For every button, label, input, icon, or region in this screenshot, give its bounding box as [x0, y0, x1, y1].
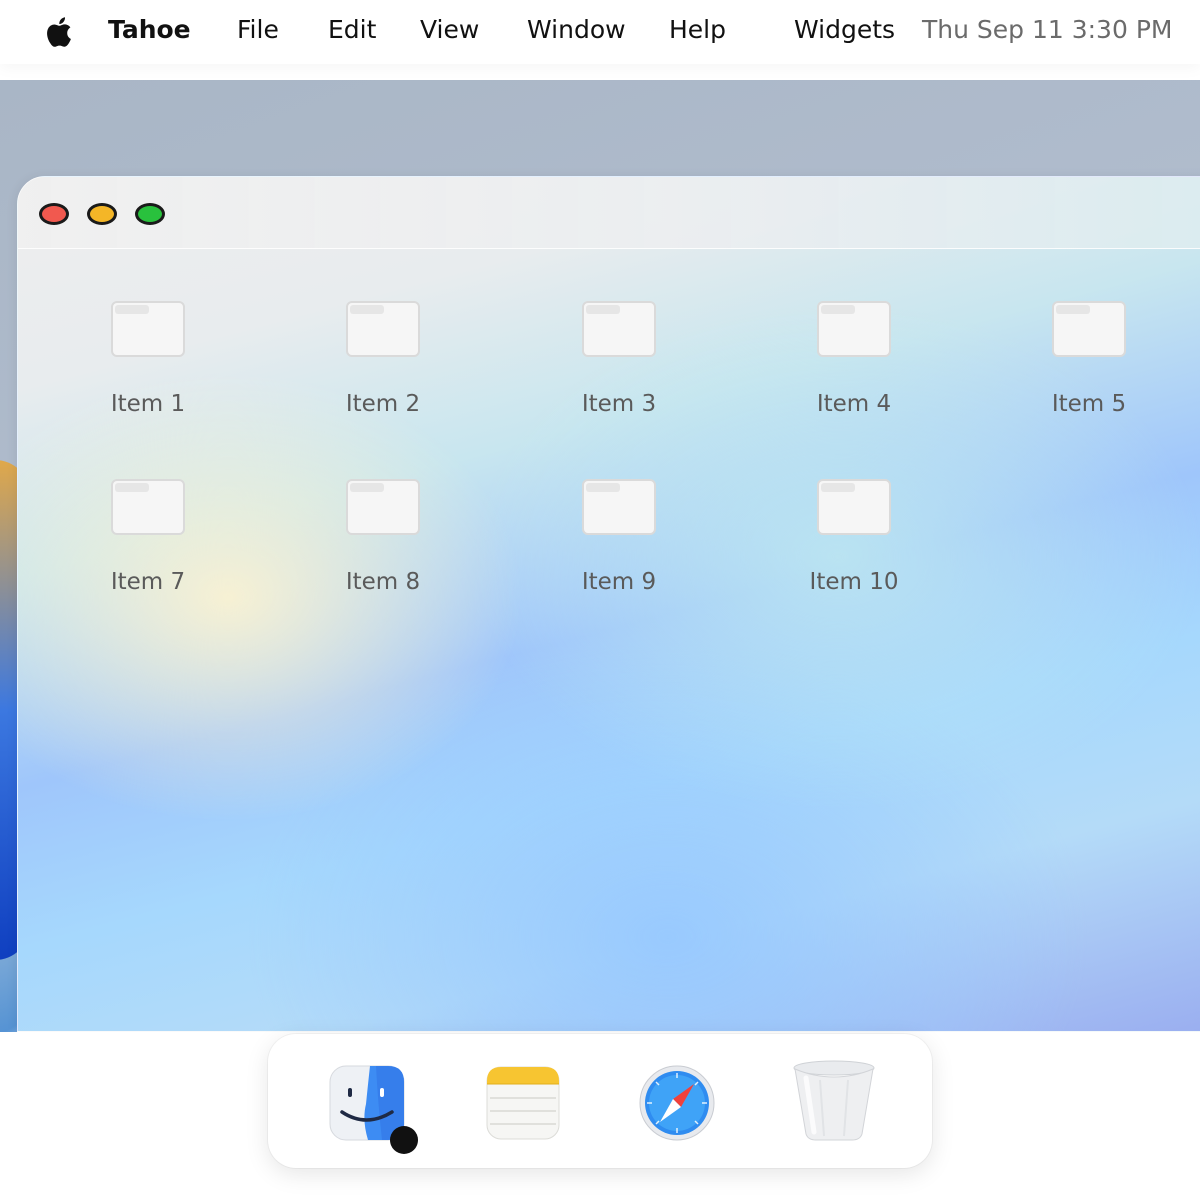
- safari-icon[interactable]: [638, 1064, 716, 1142]
- grid-item[interactable]: Item 10: [780, 479, 930, 609]
- item-label: Item 7: [110, 569, 186, 595]
- menu-clock[interactable]: Thu Sep 11 3:30 PM: [922, 15, 1172, 44]
- minimize-button[interactable]: [87, 203, 117, 225]
- folder-icon: [582, 479, 656, 535]
- apple-logo-icon[interactable]: [44, 16, 72, 48]
- folder-icon: [582, 301, 656, 357]
- item-label: Item 9: [581, 569, 657, 595]
- folder-icon: [346, 479, 420, 535]
- grid-item[interactable]: Item 2: [309, 301, 459, 431]
- close-button[interactable]: [39, 203, 69, 225]
- item-label: Item 10: [809, 569, 899, 595]
- grid-item[interactable]: Item 3: [545, 301, 695, 431]
- grid-item[interactable]: Item 5: [1015, 301, 1165, 431]
- dock: [268, 1034, 932, 1168]
- dock-area: [0, 1032, 1200, 1200]
- notes-icon[interactable]: [484, 1064, 562, 1142]
- item-label: Item 5: [1051, 391, 1127, 417]
- folder-icon: [346, 301, 420, 357]
- menu-bar: Tahoe File Edit View Window Help Widgets…: [0, 0, 1200, 64]
- item-label: Item 8: [345, 569, 421, 595]
- menu-app-name[interactable]: Tahoe: [108, 15, 191, 44]
- grid-item[interactable]: Item 4: [780, 301, 930, 431]
- grid-item[interactable]: Item 1: [74, 301, 224, 431]
- grid-item[interactable]: Item 9: [545, 479, 695, 609]
- item-label: Item 3: [581, 391, 657, 417]
- folder-icon: [111, 479, 185, 535]
- menu-edit[interactable]: Edit: [328, 15, 376, 44]
- running-indicator: [390, 1126, 418, 1154]
- menu-view[interactable]: View: [420, 15, 479, 44]
- folder-icon: [817, 301, 891, 357]
- item-label: Item 2: [345, 391, 421, 417]
- menu-file[interactable]: File: [237, 15, 279, 44]
- folder-icon: [1052, 301, 1126, 357]
- menu-window[interactable]: Window: [527, 15, 626, 44]
- finder-window: Item 1 Item 2 Item 3 Item 4 Item 5 Item …: [17, 176, 1200, 1032]
- zoom-button[interactable]: [135, 203, 165, 225]
- trash-icon[interactable]: [792, 1058, 876, 1142]
- menu-widgets[interactable]: Widgets: [794, 15, 895, 44]
- item-label: Item 1: [110, 391, 186, 417]
- folder-icon: [817, 479, 891, 535]
- item-label: Item 4: [816, 391, 892, 417]
- menu-help[interactable]: Help: [669, 15, 726, 44]
- folder-icon: [111, 301, 185, 357]
- grid-item[interactable]: Item 7: [74, 479, 224, 609]
- window-titlebar[interactable]: [18, 177, 1200, 249]
- grid-item[interactable]: Item 8: [309, 479, 459, 609]
